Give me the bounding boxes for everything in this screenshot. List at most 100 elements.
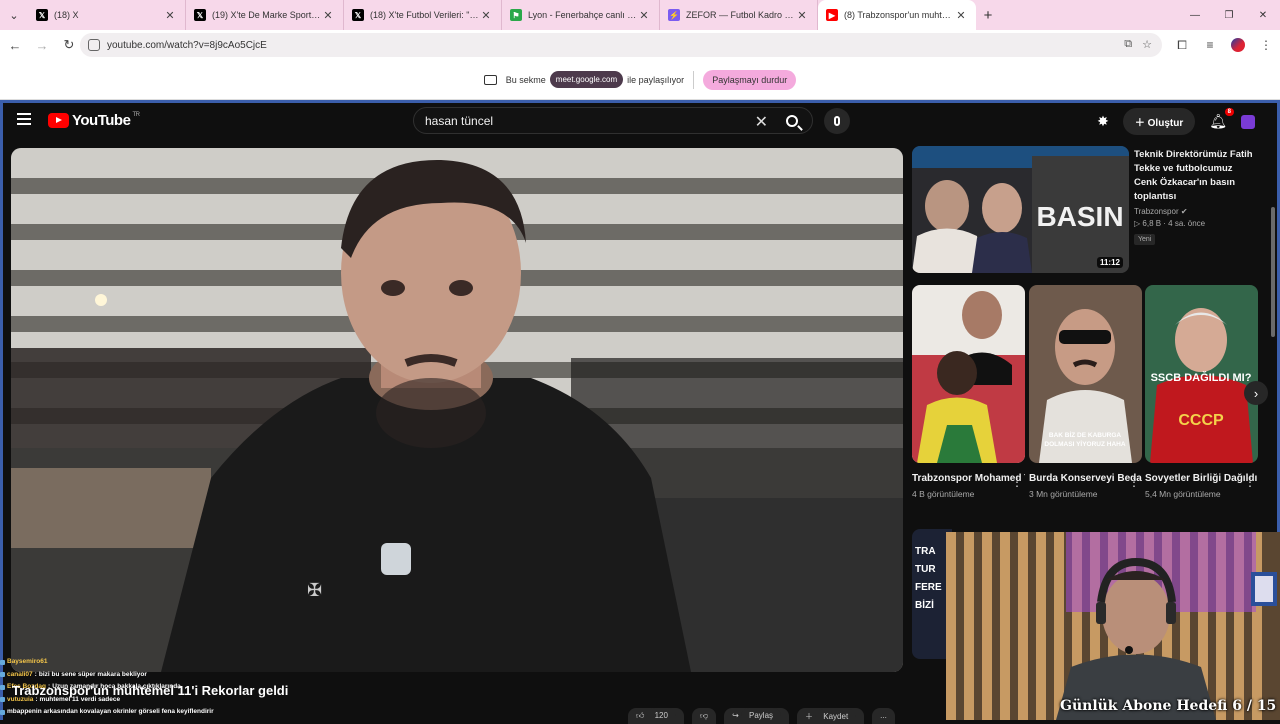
install-app-icon[interactable]: ⧉	[1124, 38, 1132, 51]
chat-text: mbappenin arkasından kovalayan okrinler …	[7, 708, 214, 715]
side-thumb-text: TRA TUR FERE BİZİ	[915, 546, 942, 611]
tab-2[interactable]: 𝕏 (19) X'te De Marke Sports: "Şam ✕	[186, 0, 344, 30]
channel-name[interactable]: Trabzonspor ✔	[1134, 207, 1256, 216]
chat-badge-icon	[0, 684, 5, 690]
extensions-icon[interactable]: ⧠	[1168, 38, 1196, 53]
site-info-icon[interactable]	[88, 39, 100, 51]
tab-6-active[interactable]: ▶ (8) Trabzonspor'un muhteme ✕	[818, 0, 976, 30]
short-title[interactable]: Trabzonspor Mohamed Touré ...	[912, 471, 1025, 486]
search-input[interactable]: hasan tüncel ✕	[413, 107, 813, 134]
save-button[interactable]: ＋ Kaydet	[797, 708, 865, 724]
page-scrollbar[interactable]	[1271, 207, 1275, 337]
tab-close-icon[interactable]: ✕	[954, 9, 968, 22]
more-options-icon[interactable]: ⋮	[1128, 475, 1140, 489]
logo-region: TR	[132, 112, 140, 118]
short-thumbnail-image	[912, 285, 1025, 463]
forward-icon[interactable]: →	[30, 33, 54, 57]
short-thumbnail[interactable]	[912, 285, 1025, 463]
video-player[interactable]: ✠	[11, 148, 903, 672]
short-views: 3 Mn görüntüleme	[1029, 489, 1098, 499]
thumbnail-image: BASIN	[912, 146, 1129, 273]
profile-avatar[interactable]	[1231, 38, 1245, 52]
voice-search-button[interactable]	[824, 108, 850, 134]
recommended-thumbnail[interactable]: BASIN 11:12	[912, 146, 1129, 273]
svg-text:CCCP: CCCP	[1178, 412, 1224, 429]
dislike-button[interactable]: 👎︎	[691, 708, 717, 724]
divider	[693, 70, 695, 89]
share-button[interactable]: ↪ Paylaş	[724, 708, 790, 724]
stop-sharing-button[interactable]: Paylaşmayı durdur	[703, 69, 797, 90]
x-logo-icon: 𝕏	[36, 9, 48, 21]
tab-close-icon[interactable]: ✕	[163, 9, 177, 22]
tab-3[interactable]: 𝕏 (18) X'te Futbol Verileri: "Şam ✕	[344, 0, 502, 30]
like-button[interactable]: 👍︎ 120	[628, 708, 684, 724]
close-window-icon[interactable]: ✕	[1246, 0, 1280, 30]
tab-4[interactable]: ⚑ Lyon - Fenerbahçe canlı skor, ta ✕	[502, 0, 660, 30]
svg-text:SSCB DAĞILDI MI?: SSCB DAĞILDI MI?	[1151, 371, 1252, 384]
header-actions: ✸ ＋ Oluştur 🔔︎ 8	[1097, 108, 1255, 135]
new-badge: Yeni	[1134, 234, 1156, 245]
chat-badge-icon	[0, 709, 5, 715]
short-item-2[interactable]: BAK BİZ DE KABURGA DOLMASI YİYORUZ HAHA …	[1029, 285, 1142, 499]
search-button[interactable]	[772, 108, 812, 133]
short-item-1[interactable]: Trabzonspor Mohamed Touré ... 4 B görünt…	[912, 285, 1025, 499]
like-count: 120	[646, 708, 676, 723]
channel-label: Trabzonspor	[1134, 207, 1179, 216]
short-item-3[interactable]: SSCB DAĞILDI MI? CCCP Sovyetler Birliği …	[1145, 285, 1258, 499]
notification-badge: 8	[1224, 108, 1234, 116]
short-title[interactable]: Burda Konserveyi Bedava ...	[1029, 471, 1142, 486]
svg-text:✠: ✠	[307, 580, 322, 601]
chat-badge-icon	[0, 659, 5, 665]
create-button[interactable]: ＋ Oluştur	[1122, 108, 1196, 135]
short-thumbnail[interactable]: SSCB DAĞILDI MI? CCCP	[1145, 285, 1258, 463]
subscriber-goal-text: Günlük Abone Hedefi 6 / 15	[1060, 698, 1277, 714]
chat-user: canali07	[7, 670, 33, 678]
shorts-shelf: Trabzonspor Mohamed Touré ... 4 B görünt…	[912, 285, 1262, 525]
chat-badge-icon	[0, 697, 5, 703]
tab-5[interactable]: ⚡ ZEFOR — Futbol Kadro Planları ✕	[660, 0, 818, 30]
tab-search-menu[interactable]: ⌄	[0, 0, 28, 30]
screen-share-icon	[483, 74, 497, 85]
menu-hamburger-icon[interactable]	[17, 113, 31, 125]
tab-1[interactable]: 𝕏 (18) X ✕	[28, 0, 186, 30]
browser-menu-icon[interactable]: ⋮	[1252, 38, 1280, 52]
create-label: Oluştur	[1147, 118, 1184, 129]
clear-search-icon[interactable]: ✕	[755, 112, 768, 132]
new-tab-button[interactable]: +	[976, 7, 1000, 24]
search-value: hasan tüncel	[425, 113, 494, 128]
meta-text: 6,8 B · 4 sa. önce	[1142, 219, 1206, 228]
short-title[interactable]: Sovyetler Birliği Dağıldı Mı? ...	[1145, 471, 1258, 486]
youtube-logo[interactable]: YouTube TR	[48, 112, 140, 129]
chat-text: bizi bu sene süper makara bekliyor	[38, 670, 147, 678]
svg-text:BASIN: BASIN	[1036, 201, 1123, 232]
tab-close-icon[interactable]: ✕	[479, 9, 493, 22]
shelf-next-button[interactable]: ›	[1244, 381, 1268, 405]
media-controls-icon[interactable]: ≡	[1196, 38, 1224, 52]
back-icon[interactable]: ←	[3, 33, 27, 57]
browser-toolbar: ← → ↻ youtube.com/watch?v=8j9cAo5CjcE ⧉ …	[0, 30, 1280, 60]
minimize-icon[interactable]: —	[1178, 0, 1212, 30]
bookmark-star-icon[interactable]: ☆	[1142, 38, 1152, 51]
tab-close-icon[interactable]: ✕	[637, 9, 651, 22]
logo-text: YouTube	[72, 112, 131, 129]
notifications-button[interactable]: 🔔︎ 8	[1209, 108, 1234, 130]
recommended-title[interactable]: Teknik Direktörümüz Fatih Tekke ve futbo…	[1134, 148, 1256, 204]
share-text-after: ile paylaşılıyor	[627, 74, 685, 85]
more-options-icon[interactable]: ⋮	[1011, 475, 1023, 489]
sparkle-icon[interactable]: ✸	[1097, 113, 1109, 130]
account-avatar[interactable]	[1241, 114, 1255, 129]
address-bar[interactable]: youtube.com/watch?v=8j9cAo5CjcE ⧉ ☆	[80, 33, 1162, 57]
tab-close-icon[interactable]: ✕	[321, 9, 335, 22]
more-actions-button[interactable]: ...	[872, 708, 895, 724]
restore-icon[interactable]: ❐	[1212, 0, 1246, 30]
tab-title: (18) X'te Futbol Verileri: "Şam	[370, 10, 479, 20]
more-options-icon[interactable]: ⋮	[1244, 475, 1256, 489]
share-domain-chip[interactable]: meet.google.com	[549, 71, 624, 88]
reload-icon[interactable]: ↻	[57, 33, 81, 57]
video-frame-image: ✠	[11, 148, 903, 672]
play-count-icon: ▷	[1134, 219, 1141, 228]
tab-close-icon[interactable]: ✕	[795, 9, 809, 22]
duration-badge: 11:12	[1096, 257, 1123, 268]
recommended-video[interactable]: BASIN 11:12 Teknik Direktörümüz Fatih Te…	[912, 146, 1256, 276]
short-thumbnail[interactable]: BAK BİZ DE KABURGA DOLMASI YİYORUZ HAHA	[1029, 285, 1142, 463]
